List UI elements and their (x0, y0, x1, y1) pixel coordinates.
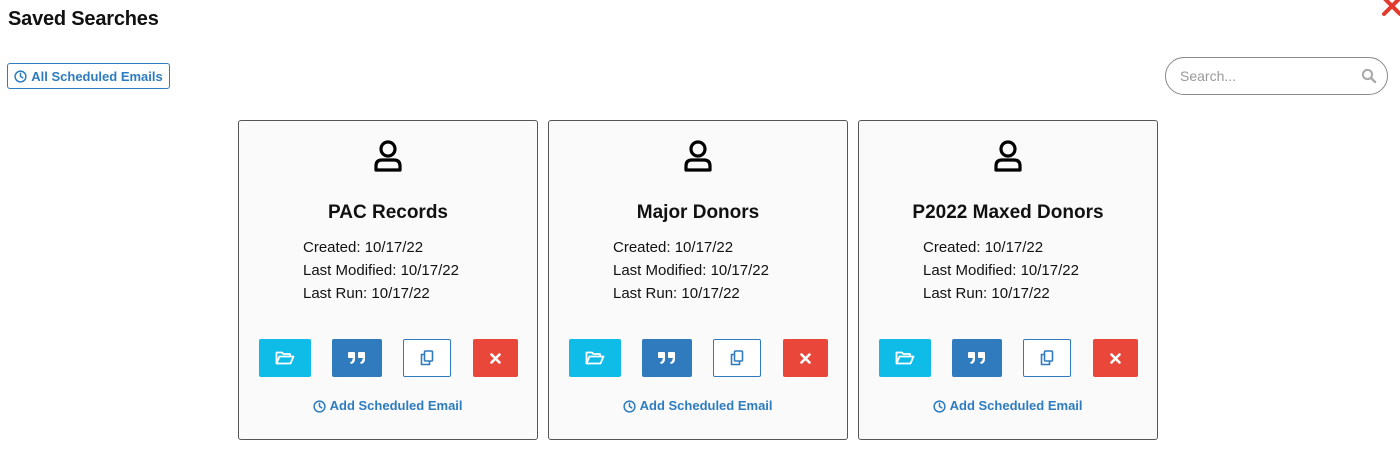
user-icon (994, 140, 1022, 172)
delete-button[interactable] (1093, 339, 1138, 377)
search-icon[interactable] (1361, 68, 1377, 84)
created-value: 10/17/22 (984, 239, 1044, 256)
copy-icon (730, 350, 744, 366)
modified-label: Last Modified: (303, 262, 397, 279)
all-scheduled-emails-button[interactable]: All Scheduled Emails (7, 63, 170, 89)
created-label: Created: (923, 239, 981, 256)
created-row: Created: 10/17/22 (923, 236, 1079, 259)
page-title: Saved Searches (8, 8, 159, 30)
modified-row: Last Modified: 10/17/22 (923, 259, 1079, 282)
card-metadata: Created: 10/17/22 Last Modified: 10/17/2… (303, 236, 459, 305)
close-icon[interactable] (1380, 0, 1400, 18)
delete-button[interactable] (783, 339, 828, 377)
user-icon (374, 140, 402, 172)
all-scheduled-emails-label: All Scheduled Emails (31, 68, 163, 84)
card-metadata: Created: 10/17/22 Last Modified: 10/17/2… (923, 236, 1079, 305)
created-row: Created: 10/17/22 (613, 236, 769, 259)
last-run-row: Last Run: 10/17/22 (303, 282, 459, 305)
created-value: 10/17/22 (674, 239, 734, 256)
clock-icon (933, 400, 947, 413)
copy-button[interactable] (1023, 339, 1071, 377)
delete-button[interactable] (473, 339, 518, 377)
modified-value: 10/17/22 (1020, 262, 1079, 279)
clock-icon (313, 400, 327, 413)
modified-value: 10/17/22 (710, 262, 769, 279)
created-row: Created: 10/17/22 (303, 236, 459, 259)
folder-open-icon (275, 351, 295, 365)
saved-search-card: PAC Records Created: 10/17/22 Last Modif… (238, 120, 538, 440)
open-search-button[interactable] (879, 339, 931, 377)
card-metadata: Created: 10/17/22 Last Modified: 10/17/2… (613, 236, 769, 305)
clock-icon (623, 400, 637, 413)
delete-icon (800, 352, 811, 364)
created-label: Created: (613, 239, 671, 256)
modified-value: 10/17/22 (400, 262, 459, 279)
open-search-button[interactable] (569, 339, 621, 377)
copy-icon (1040, 350, 1054, 366)
copy-icon (420, 350, 434, 366)
last-run-row: Last Run: 10/17/22 (613, 282, 769, 305)
last-run-value: 10/17/22 (681, 285, 740, 302)
add-scheduled-email-link[interactable]: Add Scheduled Email (549, 398, 847, 413)
quote-button[interactable] (642, 339, 692, 377)
last-run-label: Last Run: (923, 285, 988, 302)
folder-open-icon (895, 351, 915, 365)
delete-icon (490, 352, 501, 364)
open-search-button[interactable] (259, 339, 311, 377)
search-box (1165, 57, 1388, 95)
last-run-label: Last Run: (303, 285, 368, 302)
created-value: 10/17/22 (364, 239, 424, 256)
quote-icon (968, 352, 985, 364)
last-run-value: 10/17/22 (371, 285, 430, 302)
quote-button[interactable] (332, 339, 382, 377)
clock-icon (14, 69, 27, 83)
search-input[interactable] (1178, 66, 1348, 86)
modified-label: Last Modified: (923, 262, 1017, 279)
quote-icon (348, 352, 365, 364)
delete-icon (1110, 352, 1121, 364)
add-scheduled-email-link[interactable]: Add Scheduled Email (859, 398, 1157, 413)
add-scheduled-email-link[interactable]: Add Scheduled Email (239, 398, 537, 413)
modified-row: Last Modified: 10/17/22 (303, 259, 459, 282)
quote-icon (658, 352, 675, 364)
modified-label: Last Modified: (613, 262, 707, 279)
quote-button[interactable] (952, 339, 1002, 377)
card-title: PAC Records (327, 202, 448, 223)
folder-open-icon (585, 351, 605, 365)
last-run-row: Last Run: 10/17/22 (923, 282, 1079, 305)
created-label: Created: (303, 239, 361, 256)
saved-search-card: Major Donors Created: 10/17/22 Last Modi… (548, 120, 848, 440)
copy-button[interactable] (713, 339, 761, 377)
add-scheduled-email-label: Add Scheduled Email (329, 398, 463, 413)
add-scheduled-email-label: Add Scheduled Email (949, 398, 1083, 413)
card-title: P2022 Maxed Donors (912, 202, 1104, 223)
user-icon (684, 140, 712, 172)
copy-button[interactable] (403, 339, 451, 377)
last-run-label: Last Run: (613, 285, 678, 302)
card-title: Major Donors (636, 202, 760, 223)
modified-row: Last Modified: 10/17/22 (613, 259, 769, 282)
last-run-value: 10/17/22 (991, 285, 1050, 302)
saved-search-card: P2022 Maxed Donors Created: 10/17/22 Las… (858, 120, 1158, 440)
add-scheduled-email-label: Add Scheduled Email (639, 398, 773, 413)
